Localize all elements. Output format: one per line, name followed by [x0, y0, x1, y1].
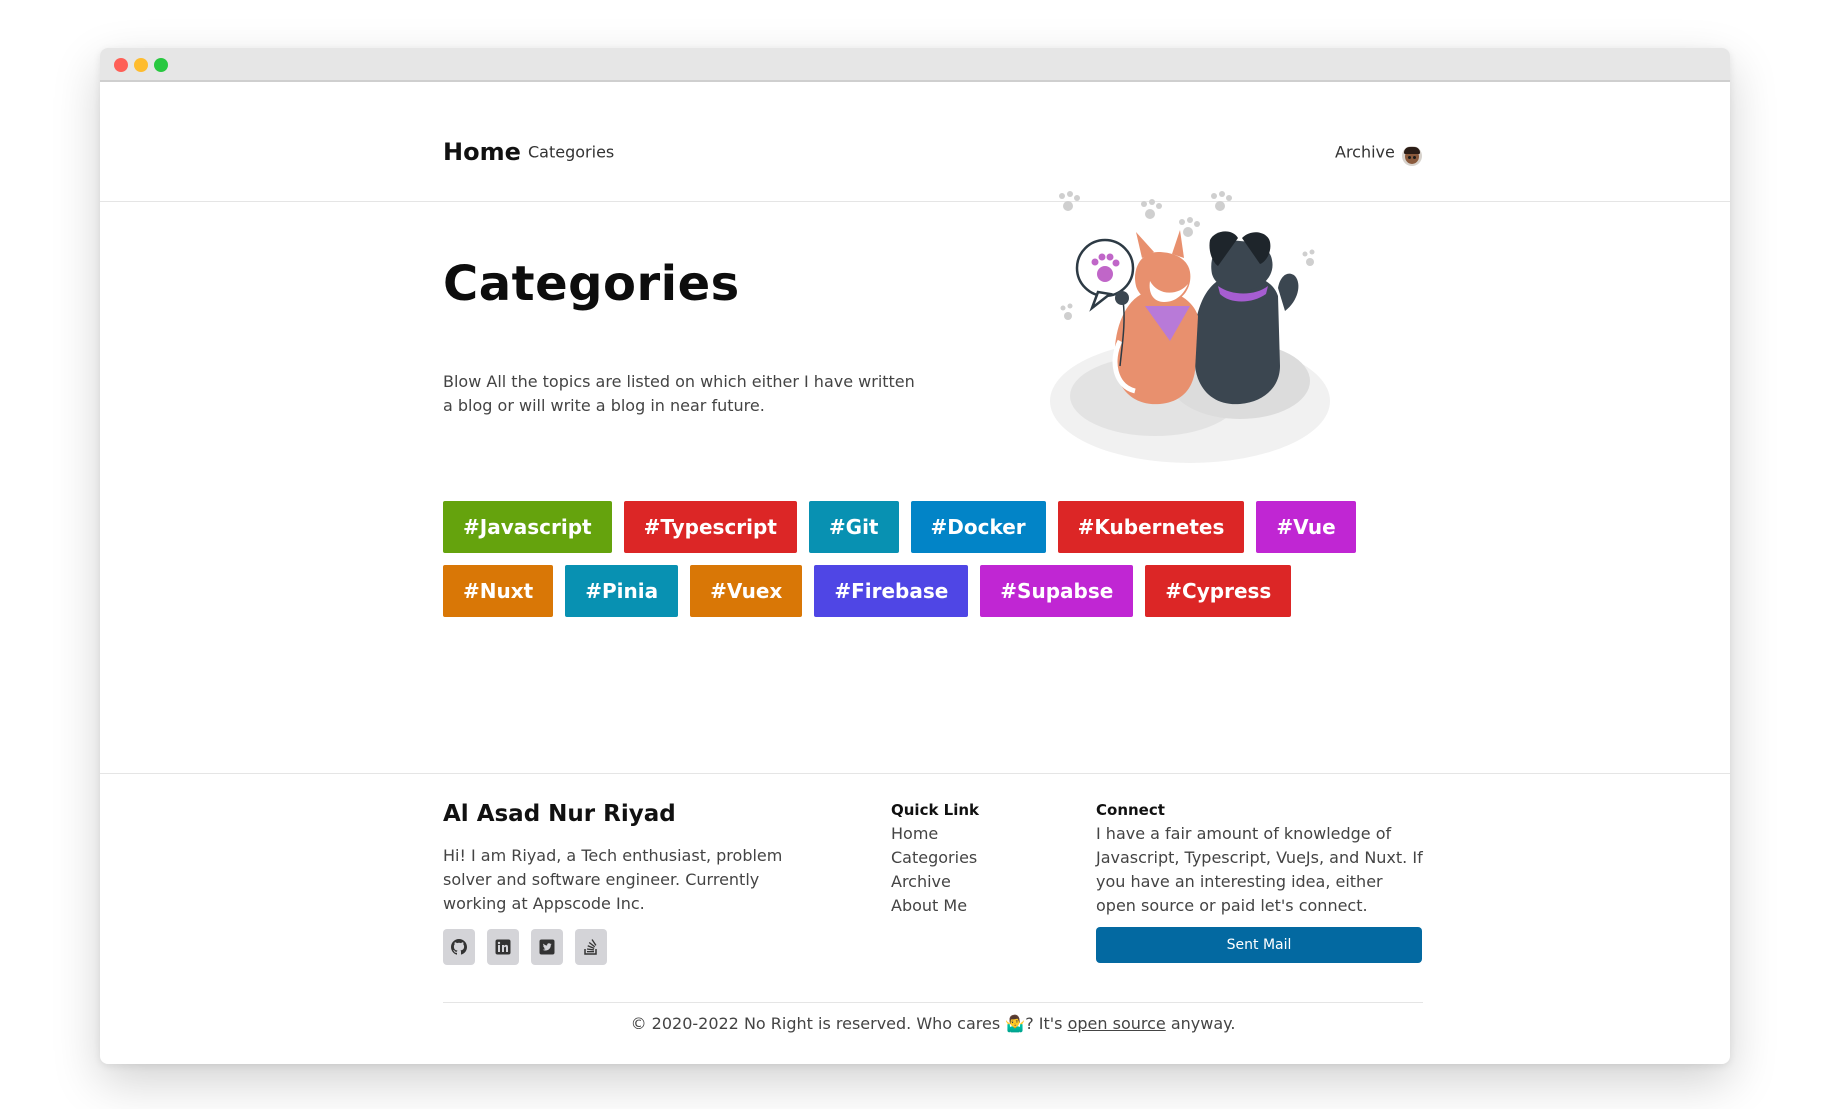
quick-links: Quick Link Home Categories Archive About…	[891, 798, 979, 918]
avatar[interactable]	[1402, 146, 1422, 166]
tag-javascript[interactable]: #Javascript	[443, 501, 612, 553]
copyright-text-after: anyway.	[1165, 1014, 1236, 1033]
close-window-button[interactable]	[114, 58, 128, 72]
tag-kubernetes[interactable]: #Kubernetes	[1057, 501, 1245, 553]
copyright-text-before: © 2020-2022 No Right is reserved. Who ca…	[630, 1014, 1068, 1033]
social-links	[443, 929, 607, 965]
maximize-window-button[interactable]	[154, 58, 168, 72]
sent-mail-button[interactable]: Sent Mail	[1096, 927, 1422, 963]
footer-author-name: Al Asad Nur Riyad	[443, 801, 676, 827]
twitter-icon[interactable]	[531, 929, 563, 965]
tag-supabse[interactable]: #Supabse	[980, 565, 1134, 617]
tag-vue[interactable]: #Vue	[1256, 501, 1356, 553]
connect-section: Connect I have a fair amount of knowledg…	[1096, 798, 1426, 918]
top-navbar: Home Categories Archive	[100, 84, 1730, 202]
category-tags: #Javascript #Typescript #Git #Docker #Ku…	[443, 501, 1433, 617]
page-title: Categories	[443, 256, 740, 312]
footer-bio: Hi! I am Riyad, a Tech enthusiast, probl…	[443, 846, 783, 913]
github-icon[interactable]	[443, 929, 475, 965]
quick-link-heading: Quick Link	[891, 801, 980, 819]
footer-link-archive[interactable]: Archive	[891, 870, 979, 894]
site-footer: Al Asad Nur Riyad Hi! I am Riyad, a Tech…	[100, 773, 1730, 1064]
linkedin-icon[interactable]	[487, 929, 519, 965]
connect-text: I have a fair amount of knowledge of Jav…	[1096, 824, 1423, 915]
tag-pinia[interactable]: #Pinia	[565, 565, 679, 617]
tag-firebase[interactable]: #Firebase	[814, 565, 969, 617]
footer-link-about-me[interactable]: About Me	[891, 894, 979, 918]
footer-link-categories[interactable]: Categories	[891, 846, 979, 870]
tag-vuex[interactable]: #Vuex	[690, 565, 803, 617]
footer-divider	[443, 1002, 1423, 1003]
open-source-link[interactable]: open source	[1068, 1014, 1166, 1033]
stackoverflow-icon[interactable]	[575, 929, 607, 965]
tag-nuxt[interactable]: #Nuxt	[443, 565, 554, 617]
nav-archive-link[interactable]: Archive	[1335, 143, 1395, 162]
tag-docker[interactable]: #Docker	[910, 501, 1046, 553]
copyright: © 2020-2022 No Right is reserved. Who ca…	[443, 1014, 1423, 1033]
minimize-window-button[interactable]	[134, 58, 148, 72]
footer-link-home[interactable]: Home	[891, 822, 979, 846]
connect-heading: Connect	[1096, 801, 1165, 819]
tag-git[interactable]: #Git	[808, 501, 899, 553]
tag-cypress[interactable]: #Cypress	[1145, 565, 1292, 617]
window-titlebar	[100, 48, 1730, 82]
nav-categories-link[interactable]: Categories	[528, 143, 614, 162]
dogs-illustration	[1050, 191, 1330, 463]
browser-window: Home Categories Archive Categories Blow …	[100, 48, 1730, 1064]
tag-typescript[interactable]: #Typescript	[623, 501, 797, 553]
nav-home-link[interactable]: Home	[443, 138, 521, 166]
page-description: Blow All the topics are listed on which …	[443, 372, 915, 415]
